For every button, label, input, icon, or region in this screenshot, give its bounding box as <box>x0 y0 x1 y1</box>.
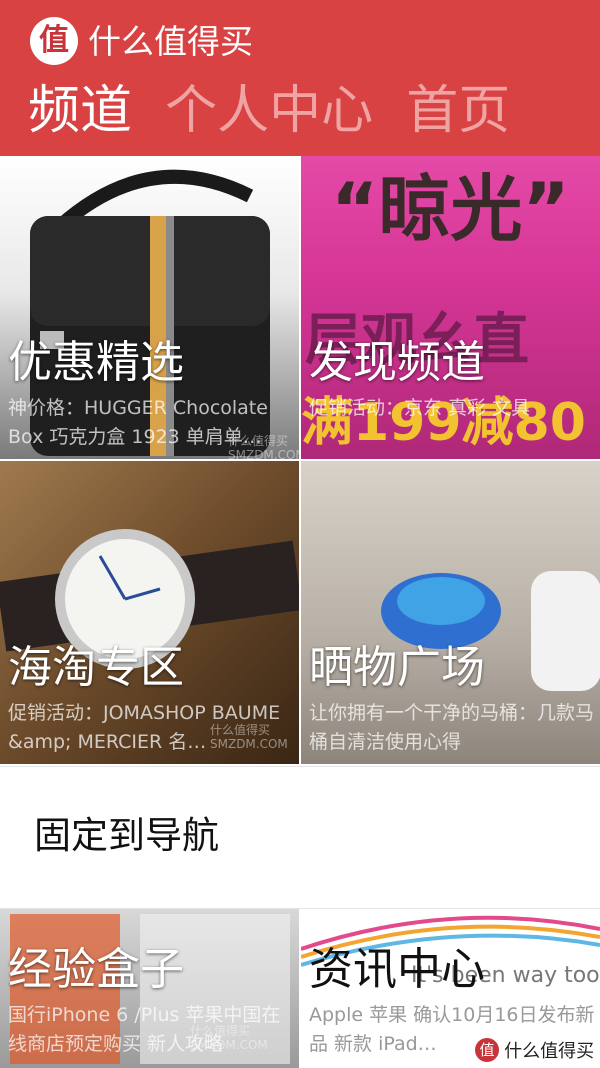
tile-experience[interactable]: 经验盒子 国行iPhone 6 /Plus 苹果中国在线商店预定购买 新人攻略 … <box>0 909 299 1068</box>
watermark-logo-icon: 值 <box>475 1038 499 1062</box>
tile-title: 资讯中心 <box>309 944 485 995</box>
tile-news[interactable]: It's been way too long. 资讯中心 Apple 苹果 确认… <box>301 909 600 1068</box>
pivot-item-home[interactable]: 首页 <box>406 81 510 141</box>
context-menu: 固定到导航 <box>0 766 600 909</box>
app-header: 值 什么值得买 频道 个人中心 首页 <box>0 0 600 156</box>
pivot-item-channels[interactable]: 频道 <box>28 81 132 141</box>
app-logo: 值 <box>30 17 78 65</box>
watermark: 什么值得买 SMZDM.COM <box>190 1024 268 1052</box>
tile-title: 晒物广场 <box>309 642 485 693</box>
tile-overseas[interactable]: 海淘专区 促销活动：JOMASHOP BAUME &amp; MERCIER 名… <box>0 461 299 764</box>
tile-title: 优惠精选 <box>8 337 184 388</box>
app-title: 什么值得买 <box>88 22 253 61</box>
pivot-item-personal-center[interactable]: 个人中心 <box>165 81 373 141</box>
watermark: 值 什么值得买 <box>475 1037 597 1063</box>
tile-title: 发现频道 <box>309 337 485 388</box>
tile-discover[interactable]: “晾光” 层观幺直 满199减80 发现频道 促销活动：京东 真彩 文具 <box>301 156 600 459</box>
tile-description: 促销活动：京东 真彩 文具 <box>309 397 531 419</box>
tile-showcase[interactable]: 晒物广场 让你拥有一个干净的马桶：几款马桶自清洁使用心得 <box>301 461 600 764</box>
watermark: 什么值得买 SMZDM.COM <box>228 434 299 459</box>
tile-title: 海淘专区 <box>8 642 184 693</box>
pin-to-navigation-item[interactable]: 固定到导航 <box>34 811 219 861</box>
pivot-nav: 频道 个人中心 首页 <box>28 76 538 146</box>
tile-description: 让你拥有一个干净的马桶：几款马桶自清洁使用心得 <box>309 702 595 753</box>
tile-title: 经验盒子 <box>8 944 184 995</box>
watermark: 什么值得买 SMZDM.COM <box>210 723 288 751</box>
banner-text-top: “晾光” <box>331 167 570 251</box>
tile-deals[interactable]: 优惠精选 神价格：HUGGER Chocolate Box 巧克力盒 1923 … <box>0 156 299 459</box>
